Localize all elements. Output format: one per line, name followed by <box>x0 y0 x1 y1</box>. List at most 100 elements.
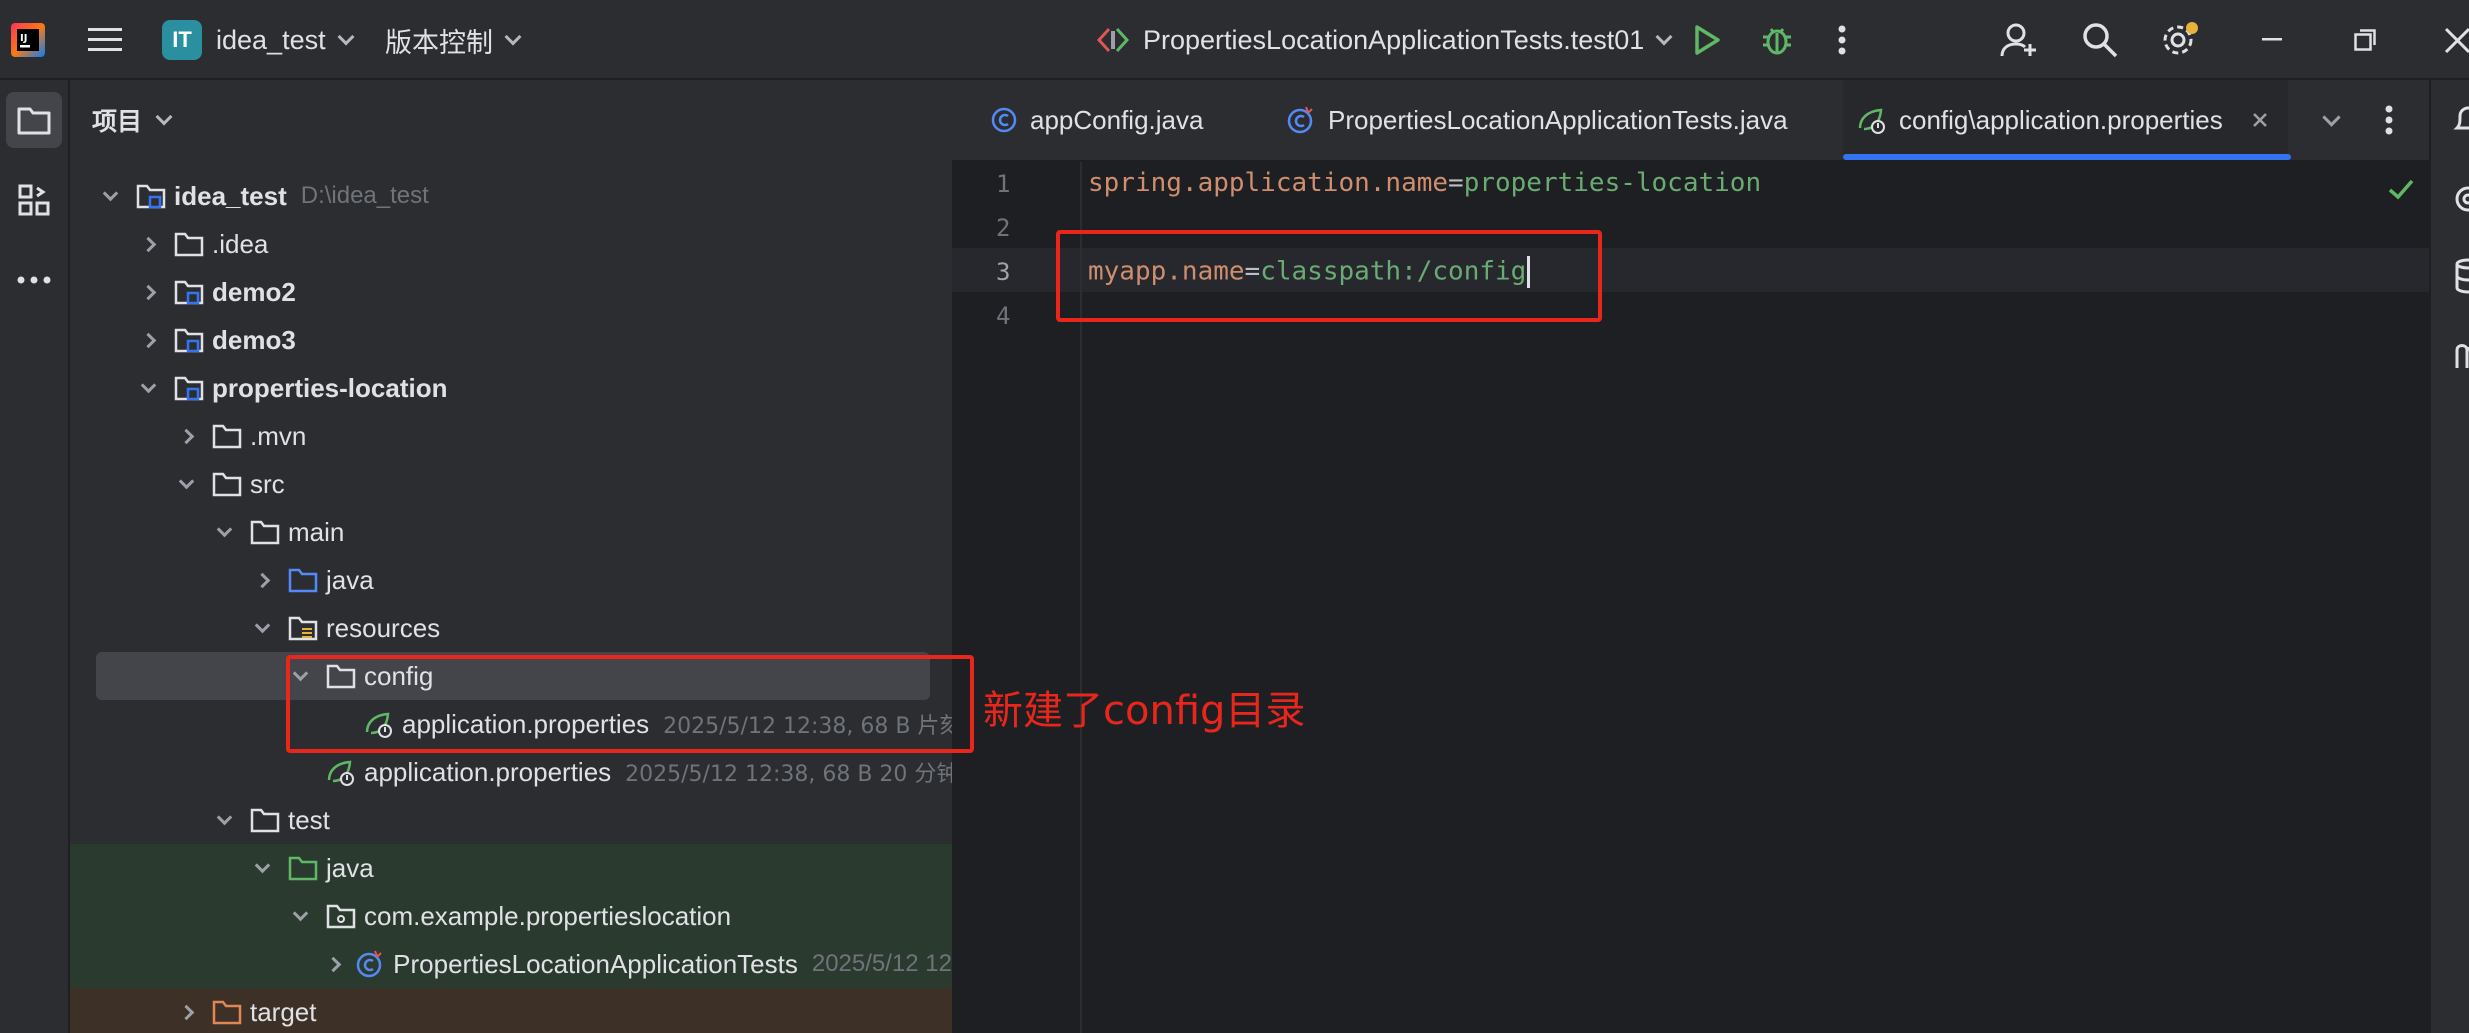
tab-test-java[interactable]: PropertiesLocationApplicationTests.java <box>1286 80 1788 160</box>
folder-icon <box>174 231 204 257</box>
tree-row-demo2[interactable]: demo2 <box>70 268 952 316</box>
tree-label: .idea <box>212 228 269 259</box>
maven-icon[interactable] <box>2453 338 2469 372</box>
tab-label: appConfig.java <box>1030 104 1204 135</box>
vcs-menu-label: 版本控制 <box>385 27 493 59</box>
code-line-1[interactable]: spring.application.name=properties-locat… <box>1088 168 1761 198</box>
equals-sign: = <box>1448 168 1464 198</box>
more-tools-icon[interactable] <box>6 252 62 308</box>
tree-row-java-main[interactable]: java <box>70 556 952 604</box>
run-button[interactable] <box>1692 0 1722 80</box>
chevron-down-icon[interactable] <box>100 185 120 206</box>
tree-label: demo2 <box>212 276 296 307</box>
tree-row-src[interactable]: src <box>70 460 952 508</box>
tab-label: PropertiesLocationApplicationTests.java <box>1328 104 1788 135</box>
annotation-new-config-dir: 新建了config目录 <box>983 688 1306 734</box>
tree-label: src <box>250 468 285 499</box>
chevron-right-icon[interactable] <box>325 954 342 974</box>
chevron-right-icon[interactable] <box>252 570 272 590</box>
tree-label: java <box>326 564 374 595</box>
title-bar: IJ IT idea_test 版本控制 PropertiesLocationA… <box>0 0 2469 80</box>
chevron-down-icon[interactable] <box>176 473 196 494</box>
tree-row-mvn[interactable]: .mvn <box>70 412 952 460</box>
close-tab-icon[interactable] <box>2251 111 2269 129</box>
chevron-right-icon[interactable] <box>138 330 158 350</box>
test-config-icon <box>1096 27 1130 53</box>
right-tool-strip <box>2429 80 2469 1033</box>
line-number: 1 <box>996 170 1011 198</box>
add-user-icon[interactable] <box>2000 0 2038 80</box>
highlight-box-code-line-3 <box>1056 230 1602 322</box>
minimize-window-icon[interactable] <box>2262 0 2282 80</box>
tab-list-dropdown[interactable] <box>2322 80 2341 160</box>
notifications-icon[interactable] <box>2453 102 2469 138</box>
chevron-down-icon[interactable] <box>138 377 158 398</box>
chevron-down-icon <box>504 28 522 46</box>
chevron-right-icon[interactable] <box>138 234 158 254</box>
folder-icon <box>17 107 51 135</box>
database-icon[interactable] <box>2453 258 2469 294</box>
tab-config-application-properties[interactable]: config\application.properties <box>1843 80 2291 160</box>
spring-properties-icon <box>326 759 356 786</box>
tab-appconfig-java[interactable]: appConfig.java <box>990 80 1203 160</box>
tree-row-java-test[interactable]: java <box>70 844 952 892</box>
test-class-icon <box>355 950 385 978</box>
chevron-down-icon <box>155 108 173 126</box>
restore-window-icon[interactable] <box>2354 0 2376 80</box>
active-tab-indicator <box>1843 154 2291 160</box>
debug-button[interactable] <box>1760 0 1794 80</box>
ai-assistant-icon[interactable] <box>2453 182 2469 216</box>
chevron-right-icon[interactable] <box>138 282 158 302</box>
chevron-down-icon[interactable] <box>290 905 310 926</box>
close-window-icon[interactable] <box>2444 0 2469 80</box>
tree-row-demo3[interactable]: demo3 <box>70 316 952 364</box>
tree-row-main[interactable]: main <box>70 508 952 556</box>
settings-gear-icon[interactable] <box>2160 0 2200 80</box>
chevron-down-icon[interactable] <box>252 617 272 638</box>
tree-row-target[interactable]: target <box>70 988 952 1033</box>
source-folder-icon <box>288 567 318 593</box>
module-folder-icon <box>136 183 166 209</box>
chevron-down-icon[interactable] <box>214 809 234 830</box>
test-class-icon <box>1287 106 1313 134</box>
no-problems-check-icon[interactable] <box>2388 178 2414 200</box>
tree-row-test-class[interactable]: PropertiesLocationApplicationTests 2025/… <box>70 940 952 988</box>
tree-row-application-properties[interactable]: application.properties 2025/5/12 12:38, … <box>70 748 952 796</box>
project-tool-button[interactable] <box>6 92 62 148</box>
more-actions-icon[interactable] <box>1838 0 1846 80</box>
tree-label: .mvn <box>250 420 307 451</box>
project-badge: IT <box>162 20 202 60</box>
project-panel-title: 项目 <box>92 107 143 136</box>
tree-row-test[interactable]: test <box>70 796 952 844</box>
tree-row-idea-test[interactable]: idea_test D:\idea_test <box>70 172 952 220</box>
run-config-selector[interactable]: PropertiesLocationApplicationTests.test0… <box>1095 0 1673 80</box>
left-tool-strip <box>0 80 70 1033</box>
tree-label: java <box>326 852 374 883</box>
line-number: 2 <box>996 214 1011 242</box>
project-selector[interactable]: IT idea_test <box>162 0 355 80</box>
chevron-down-icon[interactable] <box>252 857 272 878</box>
vcs-menu[interactable]: 版本控制 <box>385 0 522 80</box>
tree-row-idea[interactable]: .idea <box>70 220 952 268</box>
structure-tool-button[interactable] <box>6 172 62 228</box>
tree-row-resources[interactable]: resources <box>70 604 952 652</box>
tree-label: demo3 <box>212 324 296 355</box>
tree-row-properties-location[interactable]: properties-location <box>70 364 952 412</box>
tab-more-icon[interactable] <box>2385 80 2393 160</box>
tree-label: properties-location <box>212 372 448 403</box>
tree-label: PropertiesLocationApplicationTests <box>393 948 798 979</box>
tree-label: target <box>250 996 317 1027</box>
search-icon[interactable] <box>2082 0 2118 80</box>
tree-row-package[interactable]: com.example.propertieslocation <box>70 892 952 940</box>
intellij-logo-icon[interactable]: IJ <box>10 0 46 80</box>
chevron-down-icon[interactable] <box>214 521 234 542</box>
main-menu-icon[interactable] <box>88 0 122 80</box>
highlight-box-config-folder <box>286 655 974 753</box>
chevron-right-icon[interactable] <box>176 1002 196 1022</box>
tree-meta: 2025/5/12 12:38, 68 B 20 分钟之 <box>625 762 952 787</box>
project-panel-header[interactable]: 项目 <box>92 102 173 138</box>
tree-label: test <box>288 804 330 835</box>
chevron-right-icon[interactable] <box>176 426 196 446</box>
resources-folder-icon <box>288 615 318 641</box>
spring-properties-icon <box>1858 108 1885 134</box>
